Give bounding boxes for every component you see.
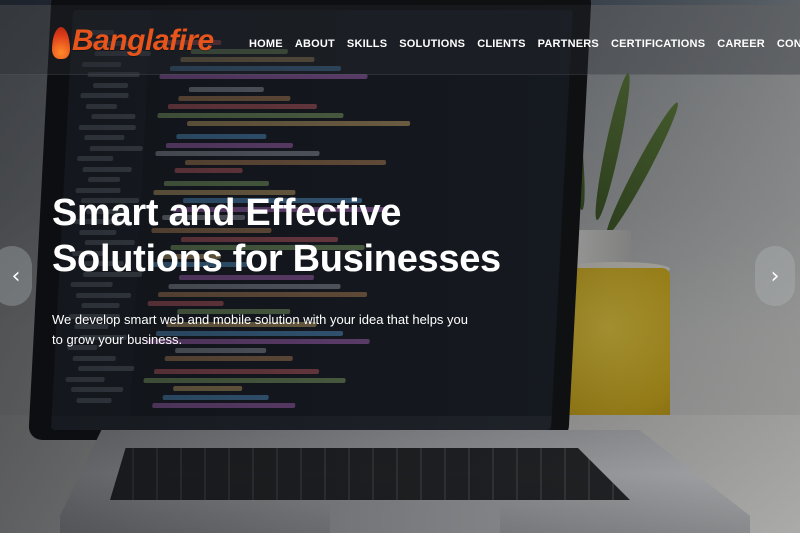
chevron-left-icon: ‹	[11, 263, 21, 289]
nav-solutions[interactable]: SOLUTIONS	[393, 38, 471, 50]
site-header: Banglafire HOME ABOUT SKILLS SOLUTIONS C…	[0, 5, 800, 75]
carousel-prev-button[interactable]: ‹	[0, 246, 32, 306]
nav-career[interactable]: CAREER	[711, 38, 771, 50]
nav-skills[interactable]: SKILLS	[341, 38, 393, 50]
chevron-right-icon: ›	[770, 263, 780, 289]
hero-subline: We develop smart web and mobile solution…	[52, 312, 468, 347]
hero-headline-line2: Solutions for Businesses	[52, 238, 501, 280]
nav-home[interactable]: HOME	[243, 38, 289, 50]
nav-certifications[interactable]: CERTIFICATIONS	[605, 38, 711, 50]
nav-contact[interactable]: CONTACT	[771, 38, 800, 50]
site-logo[interactable]: Banglafire	[52, 19, 214, 63]
nav-partners[interactable]: PARTNERS	[532, 38, 605, 50]
logo-text: Banglafire	[72, 24, 214, 57]
hero-headline-line1: Smart and Effective	[52, 192, 402, 234]
flame-icon	[52, 23, 70, 59]
hero-slider: Banglafire HOME ABOUT SKILLS SOLUTIONS C…	[0, 0, 800, 533]
hero-headline: Smart and Effective Solutions for Busine…	[52, 190, 572, 282]
main-nav: HOME ABOUT SKILLS SOLUTIONS CLIENTS PART…	[243, 38, 800, 50]
nav-clients[interactable]: CLIENTS	[471, 38, 531, 50]
nav-about[interactable]: ABOUT	[289, 38, 341, 50]
carousel-next-button[interactable]: ›	[755, 246, 795, 306]
